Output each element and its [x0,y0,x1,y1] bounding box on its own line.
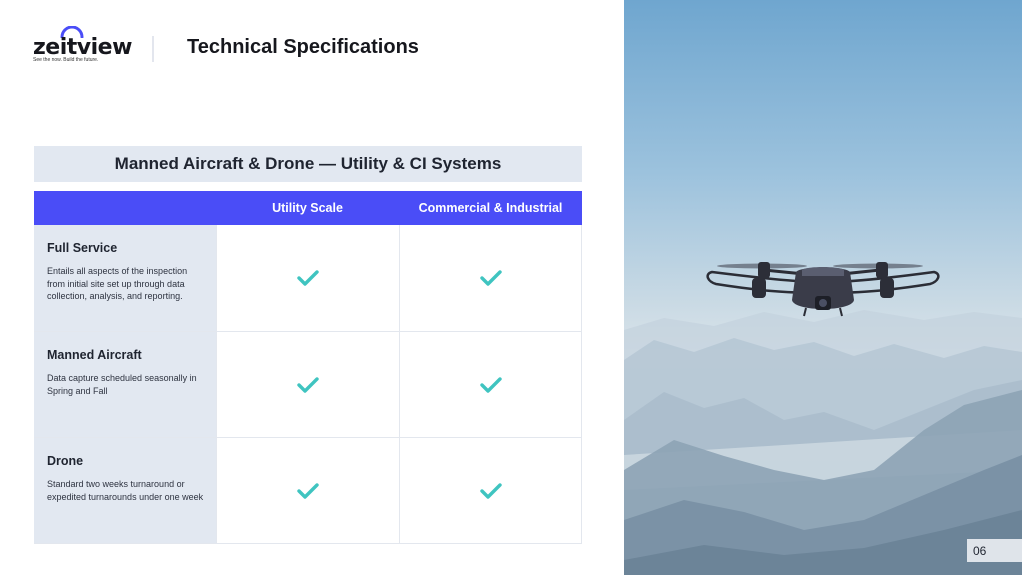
table-row: Drone Standard two weeks turnaround or e… [34,438,582,544]
cell-commercial-industrial [399,332,582,437]
cell-utility-scale [216,438,399,543]
row-description: Standard two weeks turnaround or expedit… [47,479,204,502]
row-title: Drone [47,454,84,468]
row-label: Full Service Entails all aspects of the … [34,225,216,331]
logo-tagline: See the now. Build the future. [33,57,99,63]
row-label: Drone Standard two weeks turnaround or e… [34,438,216,543]
row-title: Full Service [47,241,118,255]
check-icon [297,270,319,286]
table-title: Manned Aircraft & Drone — Utility & CI S… [34,146,582,182]
spec-table: Manned Aircraft & Drone — Utility & CI S… [34,146,582,544]
check-icon [297,376,319,393]
check-icon [479,270,502,286]
check-icon [479,376,502,393]
table-row: Full Service Entails all aspects of the … [34,225,582,332]
page-number: 06 [967,539,1022,562]
column-header-commercial-industrial: Commercial & Industrial [418,201,563,215]
cell-utility-scale [216,332,399,437]
row-description: Data capture scheduled seasonally in Spr… [47,373,197,396]
check-icon [297,482,319,499]
zeitview-logo: zeitview See the now. Build the future. [33,26,132,66]
cell-commercial-industrial [399,438,582,543]
row-description: Entails all aspects of the inspection fr… [47,266,188,301]
column-header-empty [34,191,216,225]
cell-utility-scale [216,225,399,331]
column-header-utility-scale: Utility Scale [272,201,343,215]
row-title: Manned Aircraft [47,348,142,362]
cell-commercial-industrial [399,225,582,331]
table-row: Manned Aircraft Data capture scheduled s… [34,332,582,438]
row-label: Manned Aircraft Data capture scheduled s… [34,332,216,437]
table-header: Utility Scale Commercial & Industrial [34,191,582,225]
header-divider [152,36,154,62]
mountain-landscape-image [624,262,1022,575]
check-icon [479,482,502,499]
drone-photo [624,0,1022,575]
drone-illustration [706,262,940,317]
page-title: Technical Specifications [187,36,419,58]
